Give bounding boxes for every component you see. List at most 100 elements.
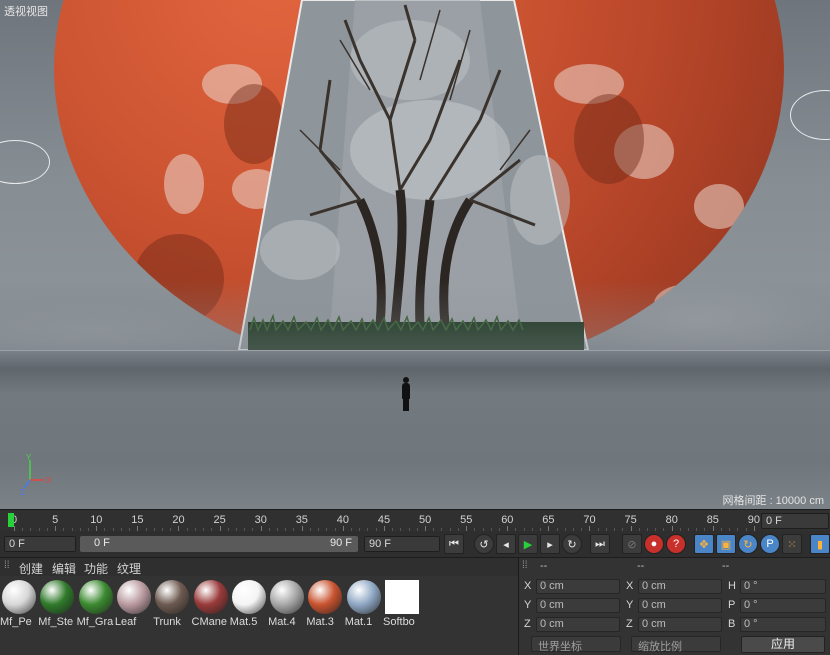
coord-value-field[interactable]: 0 cm [638,598,722,613]
timeline-view-icon[interactable]: ▮ [810,534,830,554]
coord-axis-label: Y [626,599,634,611]
timeline-tick-label: 90 [747,514,761,526]
coord-value-field[interactable]: 0 ° [740,598,826,613]
material-name: Leaf [114,616,137,628]
coord-axis-label: P [728,599,736,611]
panel-grip-icon: ⁞⁞ [4,560,10,571]
material-item[interactable]: Mat.3 [306,580,344,628]
timeline-tick-label: 5 [52,514,59,526]
material-preview-icon [385,580,419,614]
world-coordinate-select[interactable]: 世界坐标 [531,636,621,653]
timeline-tick-label: 10 [90,514,103,526]
material-name: Trunk [153,616,181,628]
timeline-tick-label: 15 [131,514,144,526]
material-name: Softbo [383,616,415,628]
sea-surface [0,350,830,395]
timeline-tick-label: 75 [624,514,637,526]
coord-axis-label: X [626,580,634,592]
material-item[interactable]: Mat.5 [230,580,268,628]
move-key-icon[interactable]: ✥ [694,534,714,554]
prev-key-button[interactable]: ↺ [474,534,494,554]
material-item[interactable]: Mf_Gra [77,580,115,628]
go-to-end-button[interactable]: ⏭ [590,534,610,554]
timeline-ruler[interactable]: 0 5 10 15 20 25 30 35 40 45 50 55 60 65 70 75 80 85 90 [0,509,830,531]
timeline-tick-label: 85 [706,514,719,526]
coord-value-field[interactable]: 0 cm [536,598,620,613]
material-item[interactable]: Trunk [153,580,191,628]
apply-button[interactable]: 应用 [741,636,825,653]
material-preview-icon [231,580,266,614]
coord-panel-grip-icon: ⁞⁞ [522,560,528,571]
start-frame-field[interactable]: 0 F [4,536,76,552]
timeline-tick-label: 45 [377,514,391,526]
viewport-perspective[interactable]: 透视视图 网格间距 : 10000 cm Y X Z [0,0,830,509]
prev-frame-button[interactable]: ◂ [496,534,516,554]
timeline-tick-label: 70 [583,514,596,526]
menu-function[interactable]: 功能 [84,560,108,577]
auto-key-button[interactable]: ? [666,534,686,554]
timeline-tick-label: 35 [295,514,308,526]
current-frame-field[interactable]: 0 F [761,513,829,529]
material-preview-icon [346,580,381,614]
material-name: Mf_Gra [76,616,114,628]
timeline-tick-label: 40 [336,514,350,526]
material-preview-icon [2,580,36,614]
timeline-tick-label: 50 [419,514,432,526]
frame-range-slider[interactable]: 0 F 90 F [80,536,358,552]
param-key-button[interactable]: P [760,534,780,554]
material-name: Mat.5 [229,616,258,628]
coord-value-field[interactable]: 0 cm [638,617,722,632]
coord-value-field[interactable]: 0 cm [536,617,620,632]
material-item[interactable]: Mf_Ste [38,580,76,628]
timeline-playhead[interactable] [8,513,14,527]
coord-value-field[interactable]: 0 ° [740,617,826,632]
material-preview-icon [155,580,190,614]
material-name: Mat.4 [268,616,296,628]
material-preview-icon [270,580,305,614]
material-item[interactable]: Mf_Pe [0,580,38,628]
material-item[interactable]: Leaf [115,580,153,628]
material-name: Mf_Pe [0,616,32,628]
coord-axis-label: Z [626,618,633,630]
material-preview-icon [40,580,75,614]
record-button[interactable]: ● [644,534,664,554]
timeline-tick-label: 80 [665,514,678,526]
timeline-tick-label: 30 [254,514,267,526]
material-item[interactable]: Mat.4 [268,580,306,628]
menu-edit[interactable]: 编辑 [52,560,76,577]
axis-label-y: Y [26,453,32,462]
menu-texture[interactable]: 纹理 [117,560,141,577]
grid-spacing-readout: 网格间距 : 10000 cm [722,495,824,507]
play-button[interactable]: ▶ [518,534,538,554]
viewport-title[interactable]: 透视视图 [4,3,48,19]
material-name: Mat.1 [344,616,373,628]
scale-select[interactable]: 缩放比例 [631,636,721,653]
go-to-start-button[interactable]: ⏮ [444,534,464,554]
point-level-icon[interactable]: ⁙ [782,534,802,554]
material-item[interactable]: Mat.1 [345,580,383,628]
material-item[interactable]: Softbo [383,580,421,628]
coord-header-position: -- [540,560,548,572]
coord-value-field[interactable]: 0 ° [740,579,826,594]
rotate-key-icon[interactable]: ↻ [738,534,758,554]
timeline-tick-label: 20 [172,514,185,526]
material-item[interactable]: CMane [192,580,230,628]
coord-axis-label: Y [524,599,532,611]
material-name: Mf_Ste [38,616,74,628]
coord-value-field[interactable]: 0 cm [536,579,620,594]
material-preview-icon [308,580,343,614]
next-frame-button[interactable]: ▸ [540,534,560,554]
axis-label-x: X [46,476,52,485]
coord-axis-label: Z [524,618,531,630]
coord-value-field[interactable]: 0 cm [638,579,722,594]
material-preview-icon [193,580,228,614]
end-frame-field[interactable]: 90 F [364,536,440,552]
record-disabled-button[interactable]: ⊘ [622,534,642,554]
scale-key-icon[interactable]: ▣ [716,534,736,554]
person-figure [401,377,410,411]
timeline-tick-label: 55 [460,514,473,526]
next-key-button[interactable]: ↻ [562,534,582,554]
coord-header-size: -- [637,560,645,572]
menu-create[interactable]: 创建 [19,560,43,577]
coord-header-rotation: -- [722,560,730,572]
